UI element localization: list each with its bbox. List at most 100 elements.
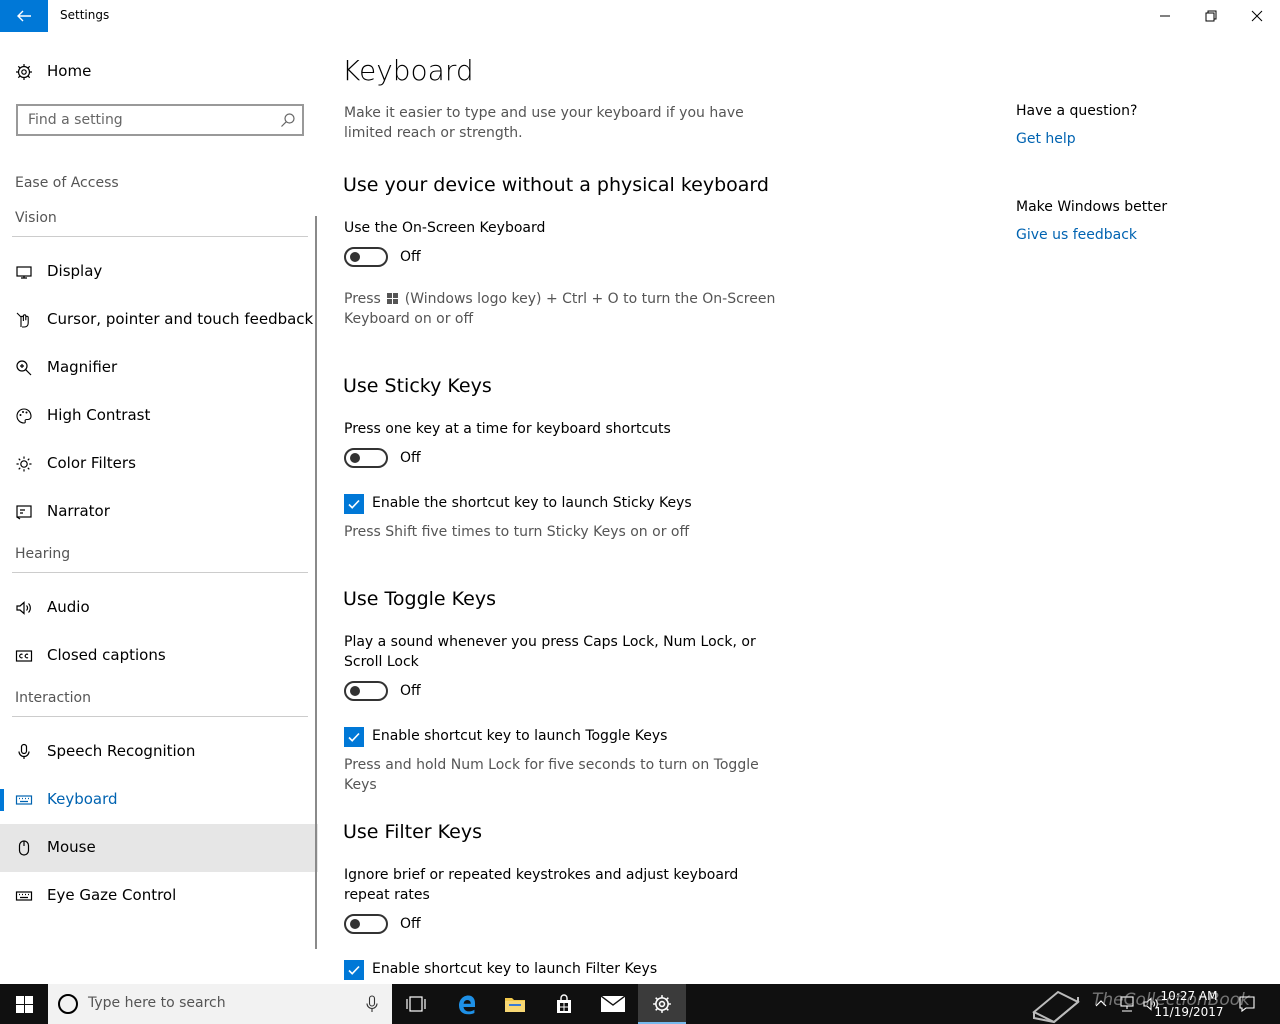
- divider: [12, 236, 308, 237]
- clock[interactable]: 10:27 AM 11/19/2017: [1154, 988, 1224, 1020]
- palette-icon: [16, 408, 32, 424]
- windows-logo-icon: [15, 995, 33, 1013]
- sticky-hint: Press Shift five times to turn Sticky Ke…: [344, 524, 690, 540]
- sidebar-item-mouse[interactable]: Mouse: [0, 824, 318, 872]
- osk-hint-after: (Windows logo key) + Ctrl + O to turn th…: [344, 291, 776, 327]
- store-button[interactable]: [540, 984, 588, 1024]
- sidebar-item-label: Magnifier: [47, 358, 118, 376]
- taskbar-search[interactable]: Type here to search: [48, 984, 392, 1024]
- window-title: Settings: [60, 8, 110, 22]
- sidebar-item-keyboard[interactable]: Keyboard: [0, 776, 318, 824]
- action-center-icon[interactable]: [1238, 995, 1256, 1013]
- minimize-button[interactable]: [1142, 0, 1188, 32]
- restore-button[interactable]: [1188, 0, 1234, 32]
- sidebar-item-cursor[interactable]: Cursor, pointer and touch feedback: [0, 296, 318, 344]
- taskbar: Type here to search TheCollectionBook 10…: [0, 984, 1280, 1024]
- toggle-hint: Press and hold Num Lock for five seconds…: [344, 757, 759, 793]
- section-heading-filter: Use Filter Keys: [343, 821, 482, 843]
- toggle-keys-toggle[interactable]: [344, 681, 388, 701]
- book-watermark-icon: [1032, 990, 1080, 1024]
- search-setting-box[interactable]: [16, 104, 304, 136]
- sidebar-home-label: Home: [47, 62, 92, 80]
- mail-button[interactable]: [589, 984, 637, 1024]
- setting-label-osk: Use the On-Screen Keyboard: [344, 220, 546, 236]
- sidebar-item-narrator[interactable]: Narrator: [0, 488, 318, 536]
- feedback-link[interactable]: Give us feedback: [1016, 227, 1137, 243]
- magnifier-icon: [16, 360, 32, 376]
- sticky-shortcut-label[interactable]: Enable the shortcut key to launch Sticky…: [372, 495, 692, 511]
- sidebar-item-eye-gaze[interactable]: Eye Gaze Control: [0, 872, 318, 920]
- start-button[interactable]: [0, 984, 48, 1024]
- setting-label-toggle: Play a sound whenever you press Caps Loc…: [344, 634, 756, 670]
- sidebar-home[interactable]: Home: [0, 52, 318, 92]
- sidebar-item-color-filters[interactable]: Color Filters: [0, 440, 318, 488]
- toggle-shortcut-label[interactable]: Enable shortcut key to launch Toggle Key…: [372, 728, 667, 744]
- section-heading-osk: Use your device without a physical keybo…: [343, 174, 769, 196]
- toggle-knob: [350, 252, 360, 262]
- get-help-link[interactable]: Get help: [1016, 131, 1076, 147]
- section-heading-sticky: Use Sticky Keys: [343, 375, 492, 397]
- sidebar-item-audio[interactable]: Audio: [0, 584, 318, 632]
- file-explorer-button[interactable]: [491, 984, 539, 1024]
- folder-icon: [505, 998, 525, 1012]
- task-view-icon: [406, 996, 426, 1012]
- sidebar-item-magnifier[interactable]: Magnifier: [0, 344, 318, 392]
- checkmark-icon: [348, 965, 360, 975]
- page-description: Make it easier to type and use your keyb…: [344, 105, 744, 141]
- settings-taskbar-button[interactable]: [638, 984, 686, 1024]
- sticky-keys-toggle[interactable]: [344, 448, 388, 468]
- clock-date: 11/19/2017: [1154, 1005, 1224, 1019]
- edge-button[interactable]: [443, 984, 491, 1024]
- filter-keys-toggle[interactable]: [344, 914, 388, 934]
- narrator-icon: [16, 505, 32, 520]
- sidebar-item-closed-captions[interactable]: Closed captions: [0, 632, 318, 680]
- toggle-knob: [350, 686, 360, 696]
- arrow-left-icon: [17, 10, 31, 22]
- sidebar-item-high-contrast[interactable]: High Contrast: [0, 392, 318, 440]
- filter-shortcut-label[interactable]: Enable shortcut key to launch Filter Key…: [372, 961, 657, 977]
- clock-time: 10:27 AM: [1160, 989, 1218, 1003]
- divider: [12, 716, 308, 717]
- setting-label-sticky: Press one key at a time for keyboard sho…: [344, 421, 671, 437]
- close-button[interactable]: [1234, 0, 1280, 32]
- sidebar-scrollbar[interactable]: [315, 216, 317, 949]
- sidebar-item-label: Audio: [47, 598, 90, 616]
- sidebar-item-label: Eye Gaze Control: [47, 886, 177, 904]
- osk-toggle-state: Off: [400, 249, 421, 265]
- group-label-vision: Vision: [15, 210, 57, 226]
- sidebar-item-display[interactable]: Display: [0, 248, 318, 296]
- osk-hint: Press (Windows logo key) + Ctrl + O to t…: [344, 289, 784, 329]
- sidebar: Home Ease of Access Vision Display Curso…: [0, 32, 320, 984]
- microphone-icon[interactable]: [366, 995, 378, 1013]
- back-button[interactable]: [0, 0, 48, 32]
- mouse-icon: [18, 840, 30, 856]
- cc-icon: [15, 650, 33, 662]
- toggle-knob: [350, 919, 360, 929]
- sidebar-item-label: High Contrast: [47, 406, 151, 424]
- osk-toggle[interactable]: [344, 247, 388, 267]
- edge-icon: [459, 995, 475, 1015]
- task-view-button[interactable]: [392, 984, 440, 1024]
- filter-shortcut-checkbox[interactable]: [344, 960, 364, 980]
- question-title: Have a question?: [1016, 103, 1138, 119]
- page-title: Keyboard: [342, 54, 474, 87]
- sidebar-item-label: Cursor, pointer and touch feedback: [47, 310, 314, 328]
- setting-label-filter: Ignore brief or repeated keystrokes and …: [344, 867, 739, 903]
- minimize-icon: [1160, 15, 1170, 17]
- osk-hint-before: Press: [344, 291, 381, 307]
- monitor-icon: [16, 266, 32, 279]
- toggle-shortcut-checkbox[interactable]: [344, 727, 364, 747]
- sidebar-item-speech[interactable]: Speech Recognition: [0, 728, 318, 776]
- keyboard-icon: [15, 795, 33, 805]
- sticky-shortcut-checkbox[interactable]: [344, 494, 364, 514]
- sidebar-item-label: Keyboard: [47, 790, 118, 808]
- mail-icon: [601, 996, 625, 1012]
- search-input[interactable]: [28, 111, 268, 129]
- title-bar: Settings: [0, 0, 1280, 32]
- sticky-toggle-state: Off: [400, 450, 421, 466]
- sidebar-item-label: Display: [47, 262, 103, 280]
- sidebar-item-label: Color Filters: [47, 454, 136, 472]
- checkmark-icon: [348, 732, 360, 742]
- search-icon[interactable]: [280, 112, 296, 128]
- divider: [12, 572, 308, 573]
